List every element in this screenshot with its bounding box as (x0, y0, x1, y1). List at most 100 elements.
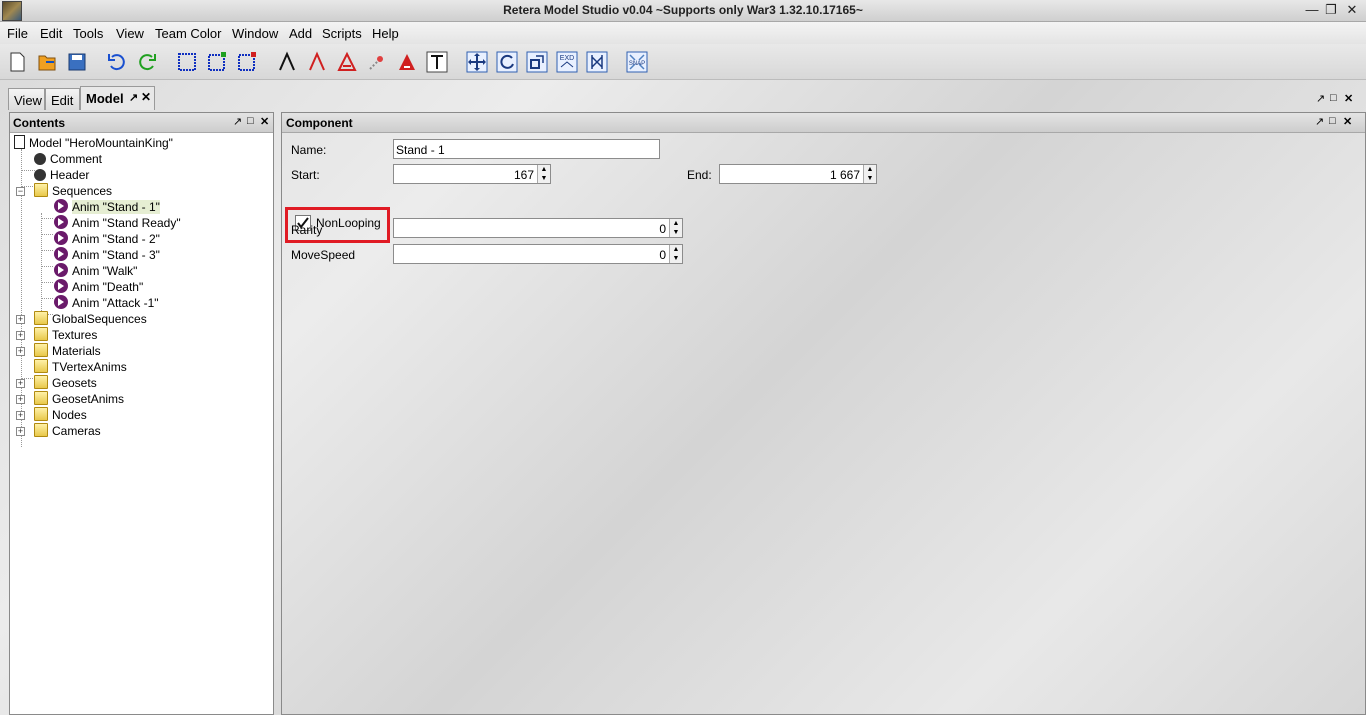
movespeed-spinner[interactable]: 0 ▲ ▼ (393, 244, 683, 264)
name-input[interactable]: Stand - 1 (393, 139, 660, 159)
group-icon[interactable] (366, 51, 388, 73)
close-panel-icon[interactable]: ✕ (1343, 115, 1352, 128)
menu-tools[interactable]: Tools (73, 26, 103, 41)
expand-icon[interactable]: + (16, 395, 25, 404)
extrude-icon[interactable]: EXD (556, 51, 578, 73)
tree-node-global-sequences[interactable]: GlobalSequences (34, 311, 147, 327)
edge-icon[interactable] (306, 51, 328, 73)
spin-up-icon[interactable]: ▲ (538, 165, 550, 174)
file-icon (14, 135, 25, 149)
expand-icon[interactable]: + (16, 427, 25, 436)
expand-icon[interactable]: + (16, 315, 25, 324)
menu-view[interactable]: View (116, 26, 144, 41)
tab-model[interactable]: Model ↗ ✕ (80, 86, 155, 110)
end-spinner[interactable]: 1 667 ▲ ▼ (719, 164, 877, 184)
tree-label: TVertexAnims (52, 360, 127, 374)
snap-icon[interactable]: SNAP (626, 51, 648, 73)
tree-node-geosets[interactable]: Geosets (34, 375, 97, 391)
text-icon[interactable] (426, 51, 448, 73)
tree-node-anim[interactable]: Anim "Stand - 1" (54, 199, 160, 215)
svg-text:EXD: EXD (560, 55, 574, 62)
menu-scripts[interactable]: Scripts (322, 26, 362, 41)
tree-node-nodes[interactable]: Nodes (34, 407, 87, 423)
nonlooping-label[interactable]: NonLooping (316, 216, 381, 230)
tree-node-textures[interactable]: Textures (34, 327, 97, 343)
menu-team-color[interactable]: Team Color (155, 26, 221, 41)
face-icon[interactable] (336, 51, 358, 73)
move-icon[interactable] (466, 51, 488, 73)
tab-edit[interactable]: Edit (45, 88, 80, 110)
spinner-buttons: ▲ ▼ (669, 245, 682, 263)
tree-node-model[interactable]: Model "HeroMountainKing" (14, 135, 173, 151)
menu-window[interactable]: Window (232, 26, 278, 41)
triangle-icon[interactable] (396, 51, 418, 73)
expand-icon[interactable]: + (16, 379, 25, 388)
tree-node-anim[interactable]: Anim "Death" (54, 279, 143, 295)
spin-up-icon[interactable]: ▲ (670, 219, 682, 228)
menu-bar: File Edit Tools View Team Color Window A… (0, 22, 1366, 44)
maximize-panel-icon[interactable]: □ (1330, 92, 1337, 104)
menu-file[interactable]: File (7, 26, 28, 41)
collapse-icon[interactable]: − (16, 187, 25, 196)
deselect-icon[interactable] (236, 51, 258, 73)
spin-down-icon[interactable]: ▼ (538, 174, 550, 183)
extend-icon[interactable] (586, 51, 608, 73)
undock-icon[interactable]: ↗ (233, 115, 242, 128)
open-file-icon[interactable] (36, 51, 58, 73)
expand-icon[interactable]: + (16, 411, 25, 420)
close-panel-icon[interactable]: ✕ (1344, 92, 1353, 105)
maximize-button[interactable]: ❐ (1321, 1, 1341, 19)
expand-icon[interactable]: + (16, 347, 25, 356)
tree-node-comment[interactable]: Comment (34, 151, 102, 167)
add-select-icon[interactable] (206, 51, 228, 73)
spin-down-icon[interactable]: ▼ (670, 228, 682, 237)
menu-add[interactable]: Add (289, 26, 312, 41)
anim-icon (54, 295, 68, 309)
tree-label: Cameras (52, 424, 101, 438)
tree-node-tvertexanims[interactable]: TVertexAnims (34, 359, 127, 375)
maximize-panel-icon[interactable]: □ (247, 115, 254, 127)
undock-icon[interactable]: ↗ (1315, 115, 1324, 128)
spin-down-icon[interactable]: ▼ (670, 254, 682, 263)
rotate-icon[interactable] (496, 51, 518, 73)
new-file-icon[interactable] (6, 51, 28, 73)
tree-node-header[interactable]: Header (34, 167, 89, 183)
tree-node-sequences[interactable]: Sequences (34, 183, 112, 199)
tree-node-anim[interactable]: Anim "Attack -1" (54, 295, 159, 311)
tree-node-cameras[interactable]: Cameras (34, 423, 101, 439)
tab-view[interactable]: View (8, 88, 45, 110)
redo-icon[interactable] (136, 51, 158, 73)
spin-up-icon[interactable]: ▲ (670, 245, 682, 254)
undock-icon[interactable]: ↗ (129, 91, 138, 104)
undock-icon[interactable]: ↗ (1316, 92, 1325, 105)
tree-node-anim[interactable]: Anim "Stand Ready" (54, 215, 181, 231)
tree-label: Sequences (52, 184, 113, 198)
menu-help[interactable]: Help (372, 26, 399, 41)
vertex-icon[interactable] (276, 51, 298, 73)
close-panel-icon[interactable]: ✕ (260, 115, 269, 128)
select-box-icon[interactable] (176, 51, 198, 73)
scale-icon[interactable] (526, 51, 548, 73)
start-label: Start: (291, 168, 320, 182)
undo-icon[interactable] (106, 51, 128, 73)
close-button[interactable]: ✕ (1342, 1, 1362, 19)
menu-edit[interactable]: Edit (40, 26, 62, 41)
tree-node-anim[interactable]: Anim "Walk" (54, 263, 137, 279)
tree-node-materials[interactable]: Materials (34, 343, 101, 359)
anim-icon (54, 215, 68, 229)
save-icon[interactable] (66, 51, 88, 73)
tree-label: GeosetAnims (52, 392, 125, 406)
close-tab-icon[interactable]: ✕ (141, 90, 151, 104)
start-spinner[interactable]: 167 ▲ ▼ (393, 164, 551, 184)
header-icon (34, 169, 46, 181)
tree-node-anim[interactable]: Anim "Stand - 2" (54, 231, 160, 247)
spin-down-icon[interactable]: ▼ (864, 174, 876, 183)
maximize-panel-icon[interactable]: □ (1329, 115, 1336, 127)
spin-up-icon[interactable]: ▲ (864, 165, 876, 174)
tree-node-geoset-anims[interactable]: GeosetAnims (34, 391, 124, 407)
minimize-button[interactable]: — (1302, 1, 1322, 19)
rarity-spinner[interactable]: 0 ▲ ▼ (393, 218, 683, 238)
component-title: Component (286, 116, 353, 130)
tree-node-anim[interactable]: Anim "Stand - 3" (54, 247, 160, 263)
expand-icon[interactable]: + (16, 331, 25, 340)
